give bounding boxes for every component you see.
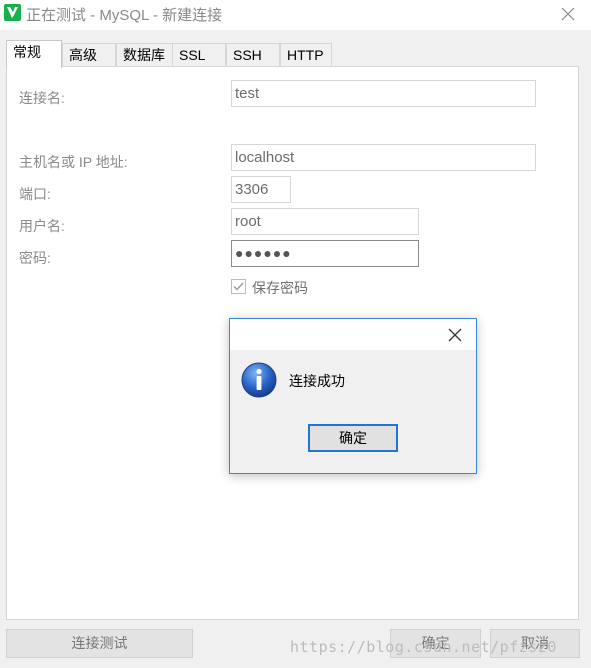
tab-ssl[interactable]: SSL	[172, 43, 226, 68]
connection-name-label: 连接名:	[19, 90, 65, 106]
checkmark-icon	[233, 282, 244, 291]
window-title: 正在测试 - MySQL - 新建连接	[26, 7, 223, 24]
username-label: 用户名:	[19, 218, 65, 234]
host-label: 主机名或 IP 地址:	[19, 154, 128, 170]
connection-name-input[interactable]: test	[231, 80, 536, 107]
port-label: 端口:	[19, 186, 51, 202]
dialog-ok-button[interactable]: 确定	[308, 424, 398, 452]
save-password-label: 保存密码	[252, 280, 308, 296]
tab-http[interactable]: HTTP	[280, 43, 332, 68]
host-input[interactable]: localhost	[231, 144, 536, 171]
username-input[interactable]: root	[231, 208, 419, 235]
tab-ssh[interactable]: SSH	[226, 43, 280, 68]
close-icon[interactable]	[558, 4, 578, 24]
watermark-text: https://blog.csdn.net/pfzsz0	[290, 638, 557, 656]
tab-general[interactable]: 常规	[6, 40, 62, 68]
test-connection-button[interactable]: 连接测试	[6, 629, 193, 658]
info-icon	[241, 362, 277, 398]
dialog-body: 连接成功 确定	[230, 350, 476, 473]
close-icon[interactable]	[446, 326, 464, 344]
save-password-checkbox[interactable]	[231, 279, 246, 294]
password-input[interactable]: ●●●●●●	[231, 240, 419, 267]
dialog-title-bar	[230, 319, 476, 350]
port-input[interactable]: 3306	[231, 176, 291, 203]
dialog-message: 连接成功	[289, 373, 345, 389]
navicat-dolphin-icon	[4, 4, 21, 21]
password-label: 密码:	[19, 250, 51, 266]
connection-success-dialog: 连接成功 确定	[229, 318, 477, 474]
tab-advanced[interactable]: 高级	[62, 43, 116, 68]
tab-database[interactable]: 数据库	[116, 43, 178, 68]
title-bar: 正在测试 - MySQL - 新建连接	[0, 0, 591, 30]
